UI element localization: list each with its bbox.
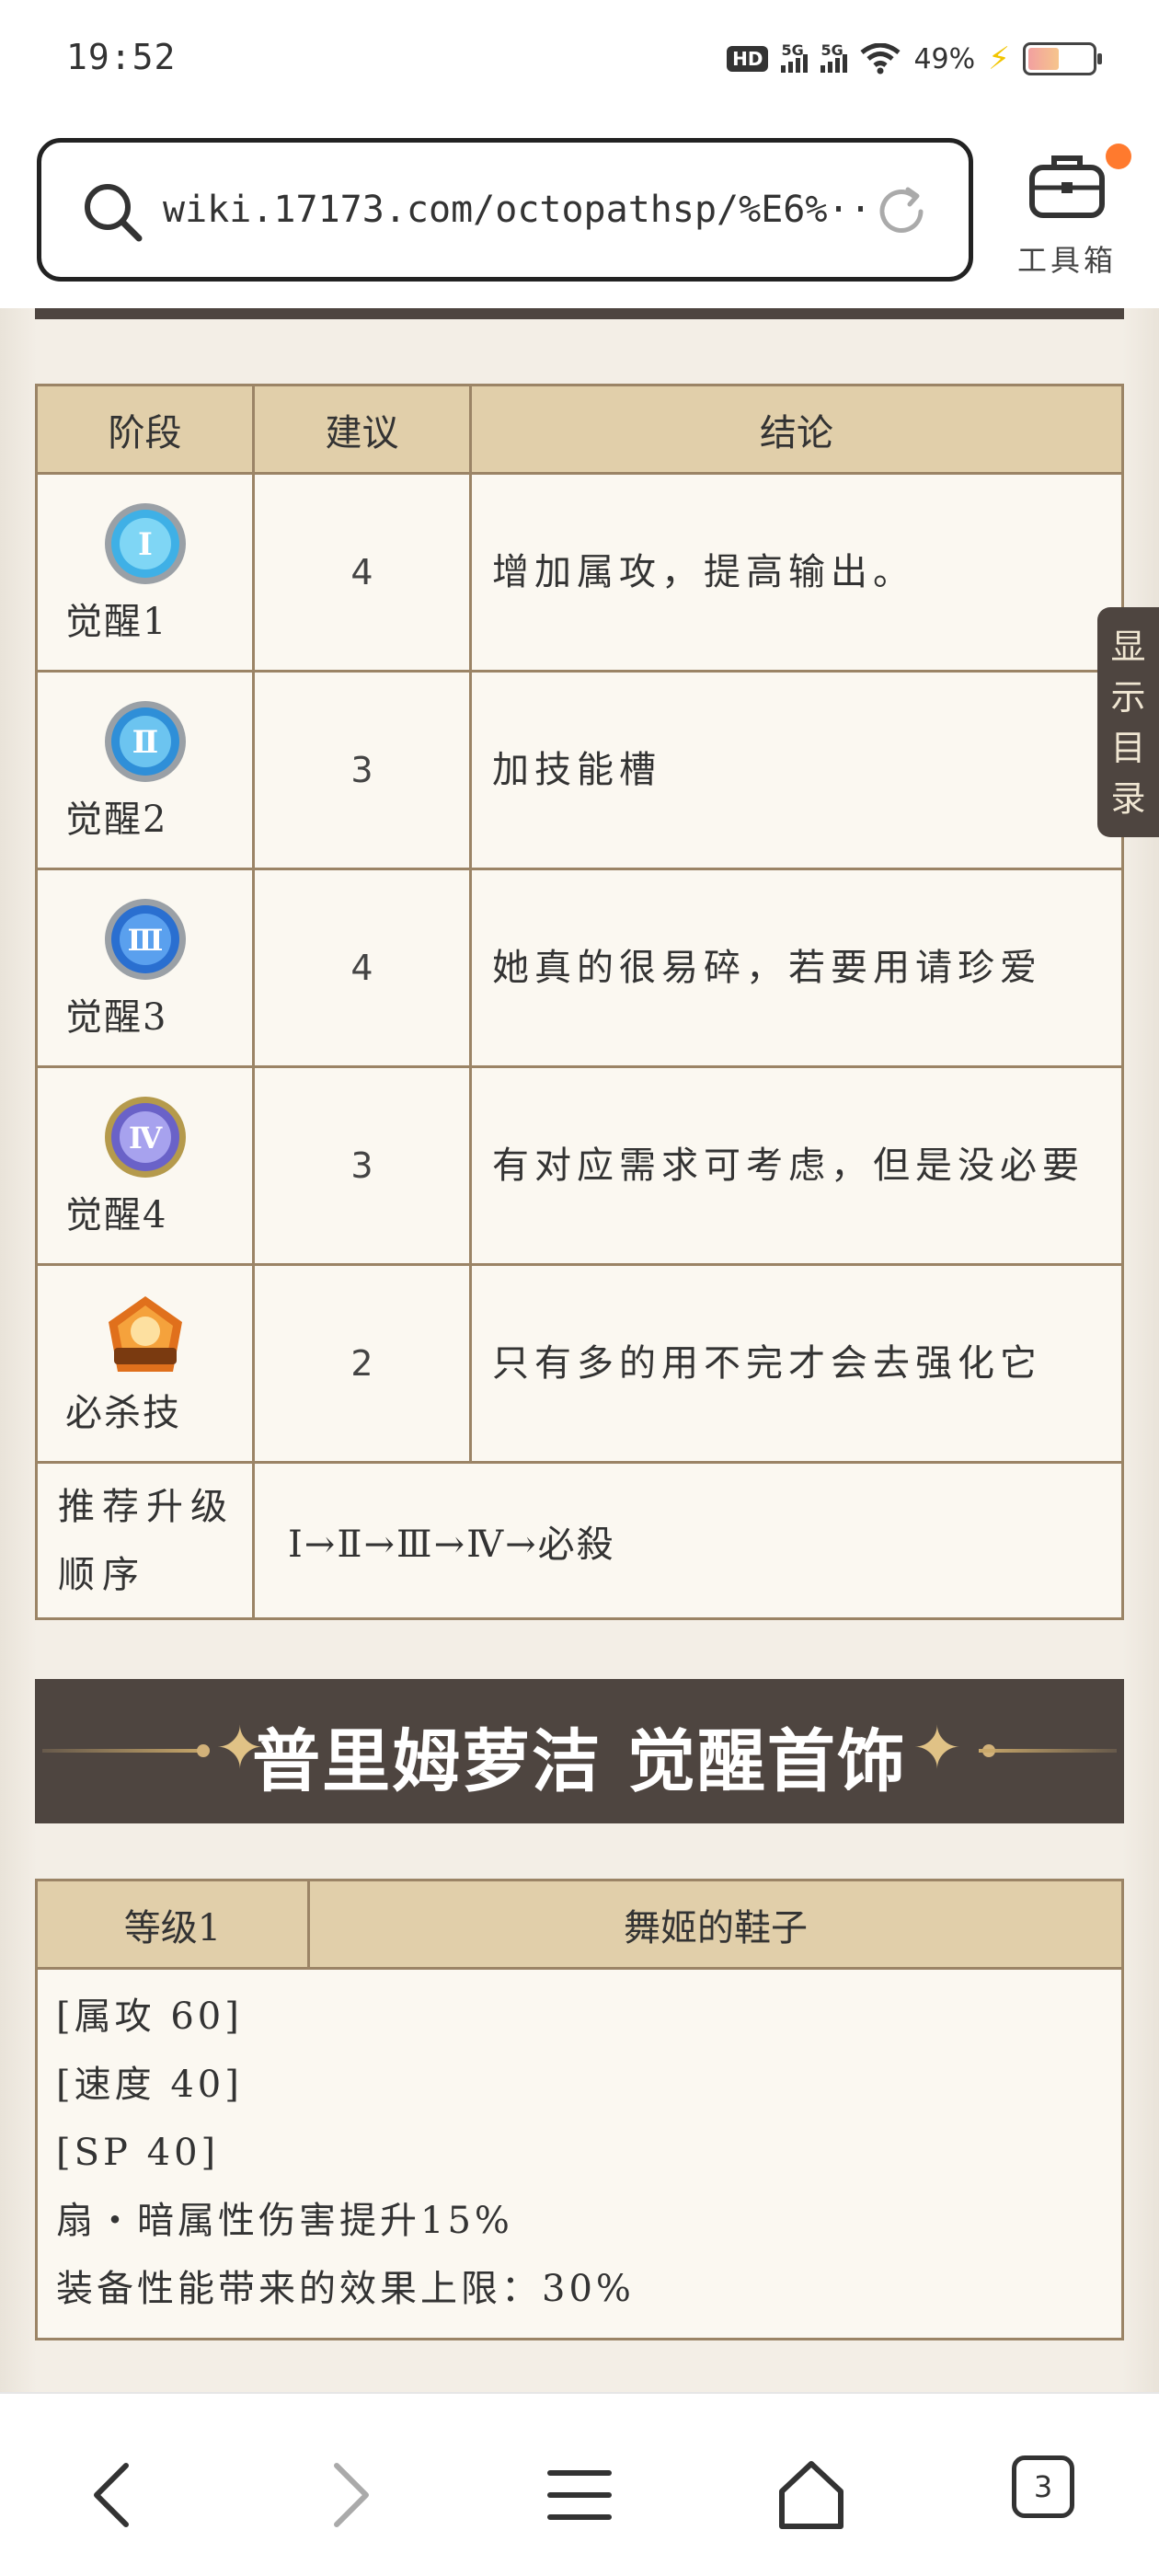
stage-cell: Ⅱ 觉醒2 [35, 670, 255, 870]
awaken-3-icon: Ⅲ [104, 899, 186, 980]
toolbox-button[interactable]: 工具箱 [1012, 138, 1131, 285]
stage-cell: 必杀技 [35, 1263, 255, 1464]
svg-text:Ⅲ: Ⅲ [127, 923, 163, 958]
stat-line: 扇・暗属性伤害提升15% [56, 2200, 513, 2242]
suggestion-value: 3 [350, 1145, 373, 1186]
accessory-table: 等级1 舞姬的鞋子 [属攻 60] [速度 40] [SP 40] 扇・暗属性伤… [35, 1879, 1124, 2340]
suggestion-cell: 4 [252, 472, 472, 673]
svg-text:Ⅰ: Ⅰ [138, 526, 153, 563]
charging-icon: ⚡ [988, 40, 1010, 77]
header-conclusion: 结论 [469, 384, 1124, 475]
toolbox-icon [1029, 155, 1105, 218]
awaken-1-icon: Ⅰ [104, 503, 186, 584]
cellular-signal-icon: 5G [781, 41, 809, 73]
awaken-2-icon: Ⅱ [104, 701, 186, 782]
table-header-row: 阶段 建议 结论 [35, 384, 1124, 475]
forward-icon[interactable] [302, 2449, 394, 2541]
header-stage: 阶段 [35, 384, 255, 475]
wifi-icon [860, 43, 901, 75]
back-icon[interactable] [69, 2449, 161, 2541]
home-icon[interactable] [765, 2449, 857, 2541]
bottom-nav-bar [0, 2392, 1159, 2576]
toolbox-label: 工具箱 [1017, 243, 1118, 278]
section-banner-bottom [35, 308, 1124, 319]
stage-cell: Ⅰ 觉醒1 [35, 472, 255, 673]
status-icons: HD 5G 5G 49% ⚡ [727, 40, 1102, 77]
table-row: Ⅰ 觉醒1 4 增加属攻，提高输出。 [35, 472, 1124, 673]
table-row: Ⅲ 觉醒3 4 她真的很易碎，若要用请珍爱 [35, 868, 1124, 1068]
table-row: [属攻 60] [速度 40] [SP 40] 扇・暗属性伤害提升15% 装备性… [35, 1967, 1124, 2340]
section-banner: ✦ ✦ 普里姆萝洁 觉醒首饰 [35, 1679, 1124, 1823]
stat-line: [属攻 60] [56, 1995, 243, 2038]
table-row: Ⅱ 觉醒2 3 加技能槽 [35, 670, 1124, 870]
stage-label: 觉醒1 [65, 601, 168, 643]
status-bar: 19:52 HD 5G 5G 49% ⚡ [0, 0, 1159, 120]
hd-icon: HD [727, 46, 769, 72]
toc-toggle-button[interactable]: 显示目录 [1097, 607, 1159, 837]
accessory-stats: [属攻 60] [速度 40] [SP 40] 扇・暗属性伤害提升15% 装备性… [35, 1967, 1124, 2340]
table-row: 推荐升级顺序 Ⅰ→Ⅱ→Ⅲ→Ⅳ→必殺 [35, 1461, 1124, 1620]
table-row: 必杀技 2 只有多的用不完才会去强化它 [35, 1263, 1124, 1464]
stat-line: 装备性能带来的效果上限：30% [56, 2268, 635, 2310]
table-header-row: 等级1 舞姬的鞋子 [35, 1879, 1124, 1970]
conclusion-cell: 有对应需求可考虑，但是没必要 [469, 1065, 1124, 1266]
battery-percent: 49% [913, 42, 976, 75]
svg-text:Ⅳ: Ⅳ [128, 1121, 162, 1156]
stage-cell: Ⅳ 觉醒4 [35, 1065, 255, 1266]
suggestion-value: 3 [350, 750, 373, 790]
conclusion-cell: 只有多的用不完才会去强化它 [469, 1263, 1124, 1464]
tabs-count-button[interactable]: 3 [1012, 2455, 1074, 2518]
menu-icon[interactable] [534, 2449, 625, 2541]
battery-icon [1023, 42, 1102, 75]
order-value: Ⅰ→Ⅱ→Ⅲ→Ⅳ→必殺 [252, 1461, 1124, 1620]
stage-label: 必杀技 [65, 1392, 181, 1434]
accessory-name: 舞姬的鞋子 [307, 1879, 1124, 1970]
suggestion-value: 4 [350, 552, 373, 592]
conclusion-cell: 她真的很易碎，若要用请珍爱 [469, 868, 1124, 1068]
suggestion-cell: 2 [252, 1263, 472, 1464]
notification-dot [1106, 144, 1131, 169]
conclusion-cell: 加技能槽 [469, 670, 1124, 870]
awaken-4-icon: Ⅳ [104, 1097, 186, 1178]
suggestion-value: 2 [350, 1343, 373, 1384]
suggestion-cell: 3 [252, 670, 472, 870]
ultimate-skill-icon [108, 1296, 182, 1372]
cellular-signal-icon-2: 5G [820, 41, 848, 73]
address-bar[interactable]: wiki.17173.com/octopathsp/%E6%··· [37, 138, 973, 282]
header-suggestion: 建议 [252, 384, 472, 475]
suggestion-cell: 4 [252, 868, 472, 1068]
table-row: Ⅳ 觉醒4 3 有对应需求可考虑，但是没必要 [35, 1065, 1124, 1266]
stage-label: 觉醒2 [65, 799, 168, 841]
status-time: 19:52 [66, 37, 177, 77]
suggestion-cell: 3 [252, 1065, 472, 1266]
stage-label: 觉醒3 [65, 996, 168, 1039]
reload-icon[interactable] [871, 181, 932, 242]
awakening-table: 阶段 建议 结论 Ⅰ 觉醒1 4 增加属攻，提高输出。 Ⅱ 觉醒2 3 加技能槽… [35, 384, 1124, 1620]
search-icon [85, 184, 143, 242]
url-text[interactable]: wiki.17173.com/octopathsp/%E6%··· [163, 189, 880, 231]
stage-cell: Ⅲ 觉醒3 [35, 868, 255, 1068]
conclusion-cell: 增加属攻，提高输出。 [469, 472, 1124, 673]
section-title: 普里姆萝洁 觉醒首饰 [252, 1722, 907, 1801]
stage-label: 觉醒4 [65, 1194, 168, 1236]
order-label: 推荐升级顺序 [35, 1461, 255, 1620]
stat-line: [SP 40] [56, 2132, 220, 2174]
accessory-level: 等级1 [35, 1879, 310, 1970]
stat-line: [速度 40] [56, 2064, 243, 2106]
page-content: 阶段 建议 结论 Ⅰ 觉醒1 4 增加属攻，提高输出。 Ⅱ 觉醒2 3 加技能槽… [0, 308, 1159, 2392]
svg-text:Ⅱ: Ⅱ [132, 724, 158, 761]
suggestion-value: 4 [350, 948, 373, 988]
